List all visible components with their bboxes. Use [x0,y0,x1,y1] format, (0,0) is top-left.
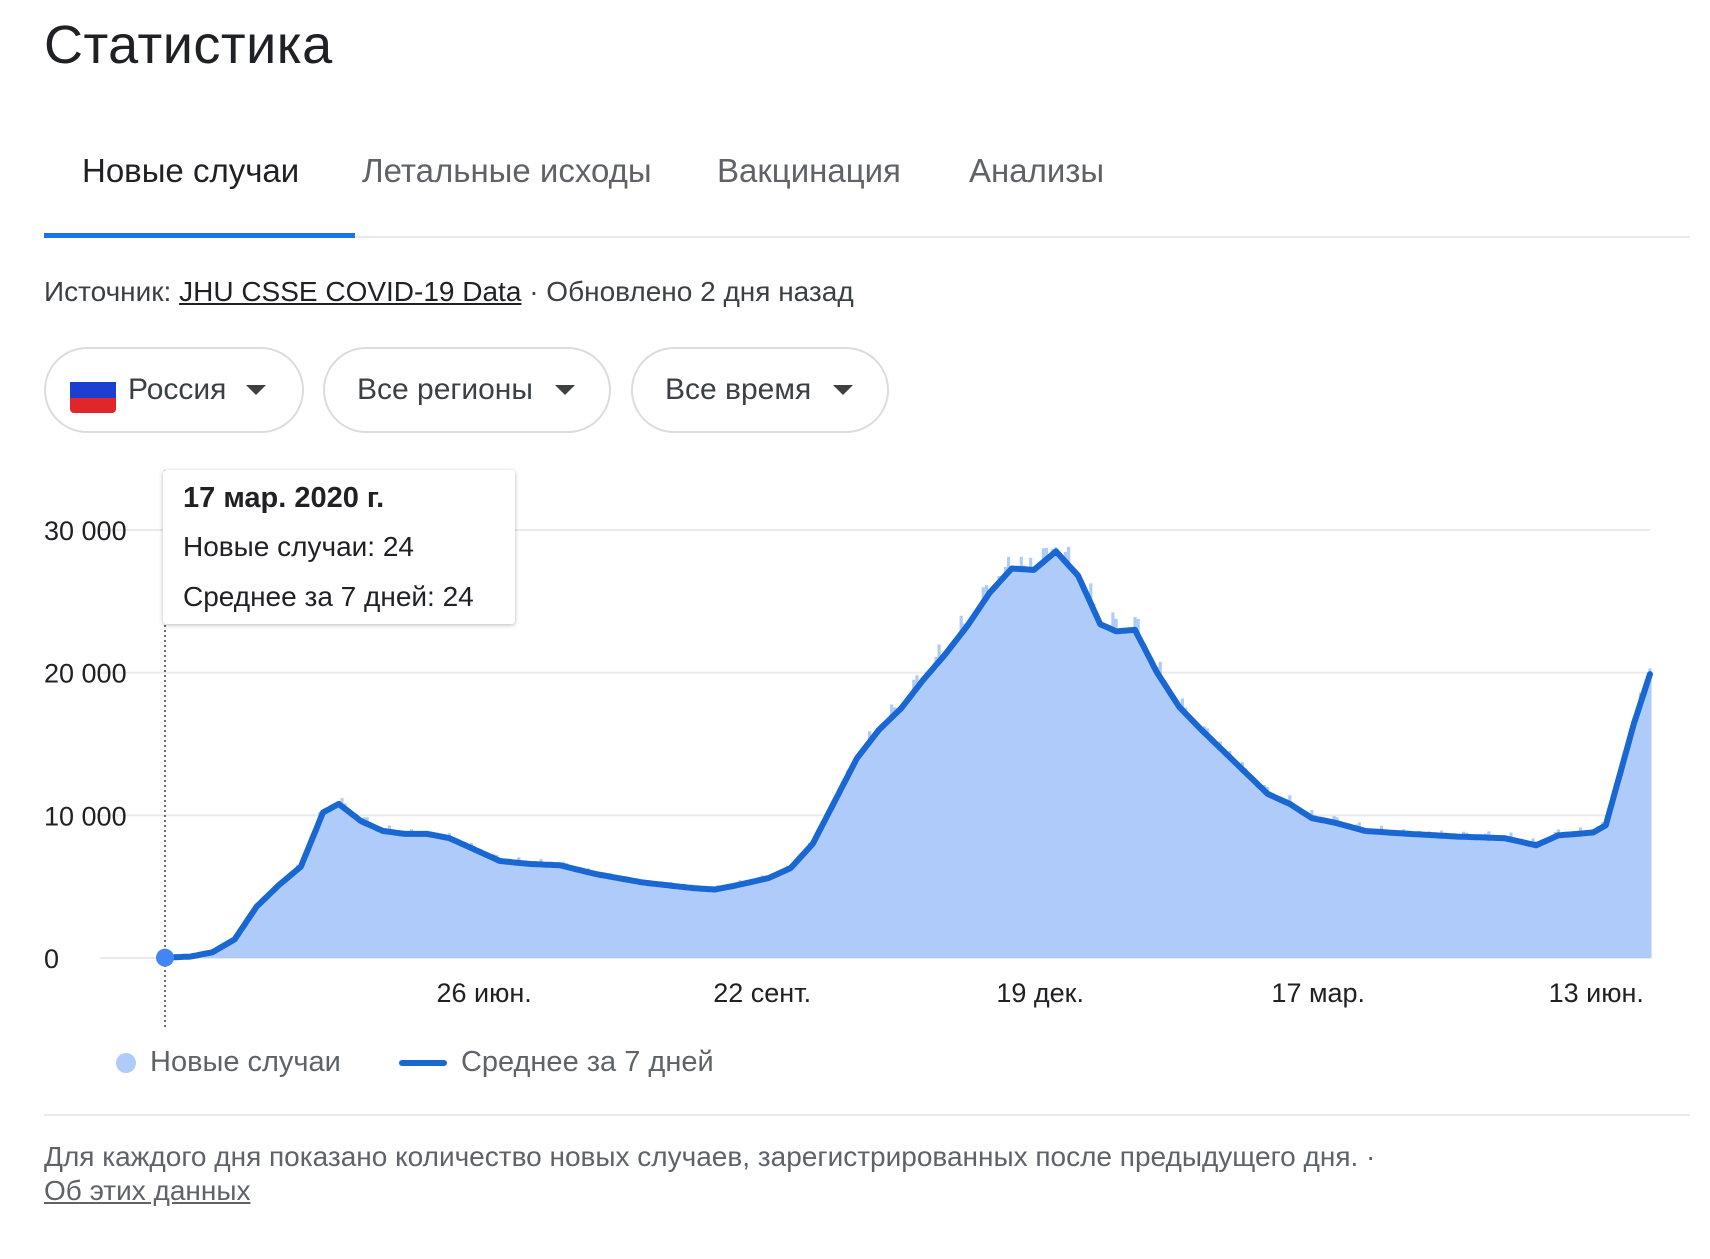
region-label: Все регионы [357,373,533,406]
tab-bar: Новые случаи Летальные исходы Вакцинация… [44,140,1690,238]
x-tick-label: 17 мар. [1271,978,1365,1008]
x-tick-label: 13 июн. [1549,978,1644,1008]
y-tick-label: 0 [44,944,59,974]
tooltip-avg7: Среднее за 7 дней: 24 [183,581,474,612]
tooltip-new-cases: Новые случаи: 24 [183,531,414,562]
period-dropdown[interactable]: Все время [631,347,889,433]
chart-legend: Новые случаи Среднее за 7 дней [116,1046,714,1079]
x-tick-label: 19 дек. [996,978,1084,1008]
y-tick-label: 30 000 [44,516,127,546]
source-link[interactable]: JHU CSSE COVID-19 Data [179,276,521,307]
footnote-sep: · [1358,1141,1376,1172]
footnote-text: Для каждого дня показано количество новы… [44,1141,1359,1172]
period-label: Все время [665,373,812,406]
chevron-down-icon [833,385,854,395]
tab-vaccination[interactable]: Вакцинация [717,152,901,190]
tooltip-date: 17 мар. 2020 г. [183,482,385,514]
updated-text: · Обновлено 2 дня назад [529,276,854,307]
region-dropdown[interactable]: Все регионы [323,347,611,433]
page-title: Статистика [44,15,333,75]
hover-point [156,948,174,967]
x-tick-label: 26 июн. [436,978,531,1008]
chevron-down-icon [246,385,267,395]
source-line: Источник: JHU CSSE COVID-19 Data · Обнов… [44,276,854,308]
legend-line-label: Среднее за 7 дней [460,1046,714,1078]
y-tick-label: 20 000 [44,659,127,689]
footnote: Для каждого дня показано количество новы… [44,1140,1644,1208]
legend-line-swatch [398,1060,447,1067]
about-data-link[interactable]: Об этих данных [44,1175,250,1206]
tab-deaths[interactable]: Летальные исходы [362,152,652,190]
y-tick-label: 10 000 [44,801,127,831]
source-prefix: Источник: [44,276,172,307]
x-tick-label: 22 сент. [713,978,811,1008]
russia-flag-icon [70,367,116,413]
divider [44,1114,1690,1116]
tab-new-cases[interactable]: Новые случаи [82,152,299,190]
legend-bar-label: Новые случаи [150,1046,341,1078]
country-dropdown[interactable]: Россия [44,347,304,433]
active-tab-indicator [44,233,355,238]
tab-tests[interactable]: Анализы [969,152,1104,190]
chevron-down-icon [554,385,575,395]
legend-bar-swatch [116,1053,136,1074]
country-label: Россия [128,373,227,406]
chart-tooltip: 17 мар. 2020 г. Новые случаи: 24 Среднее… [163,470,515,624]
